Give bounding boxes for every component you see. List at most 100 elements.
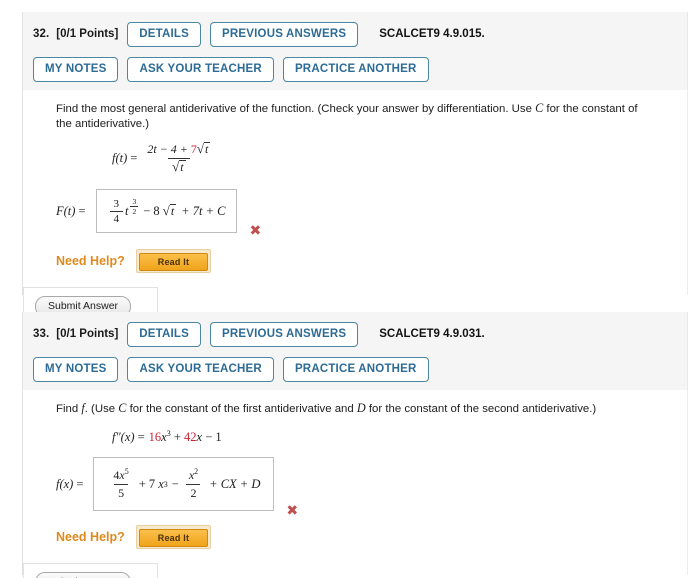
answer-term-1-fraction: 4x5 5 — [109, 467, 132, 501]
details-button[interactable]: DETAILS — [127, 21, 202, 47]
question-number: 33. — [33, 328, 50, 340]
answer-variable: t — [125, 203, 129, 218]
read-it-label: Read It — [138, 253, 209, 271]
question-block-33: 33. [0/1 Points] DETAILS PREVIOUS ANSWER… — [22, 312, 688, 578]
answer-row-33: f(x) = 4x5 5 + 7x3 − x2 2 + CX + D ✖ — [56, 457, 687, 519]
exercise-page: 32. [0/1 Points] DETAILS PREVIOUS ANSWER… — [0, 0, 700, 578]
exponent-numerator: 3 — [132, 197, 137, 206]
points-label: [0/1 Points] — [56, 328, 119, 340]
prompt-text-part-3: for the constant of the first antideriva… — [126, 403, 357, 415]
answer-lhs-label: F(t) — [56, 203, 76, 218]
question-header-row-2: MY NOTES ASK YOUR TEACHER PRACTICE ANOTH… — [33, 56, 687, 82]
question-prompt: Find f. (Use C for the constant of the f… — [56, 401, 639, 417]
answer-input-33[interactable]: 4x5 5 + 7x3 − x2 2 + CX + D — [93, 457, 275, 512]
need-help-label: Need Help? — [56, 530, 125, 545]
prompt-variable-d: D — [356, 401, 366, 415]
answer-coefficient-fraction: 3 4 — [109, 197, 123, 225]
answer-frac-numerator: 3 — [113, 197, 120, 210]
submit-panel-33: Submit Answer — [23, 563, 158, 578]
term-3-numerator: x2 — [185, 467, 202, 484]
question-header-33: 33. [0/1 Points] DETAILS PREVIOUS ANSWER… — [22, 312, 688, 390]
term-1-denominator: 5 — [114, 484, 129, 501]
read-it-label: Read It — [138, 529, 209, 548]
need-help-label: Need Help? — [56, 254, 125, 268]
answer-frac-denominator: 4 — [109, 210, 123, 225]
function-definition-33: f″(x) = 16x3 + 42x − 1 — [112, 429, 687, 445]
exponent-denominator: 2 — [130, 206, 139, 216]
question-body-33: Find f. (Use C for the constant of the f… — [22, 390, 688, 578]
exponent-5: 5 — [124, 467, 129, 477]
exponent-2: 2 — [194, 467, 199, 477]
exercise-reference: SCALCET9 4.9.031. — [379, 328, 485, 340]
answer-term-3: + 7t + C — [181, 203, 226, 218]
coefficient-42: 42 — [184, 430, 197, 445]
question-header-32: 32. [0/1 Points] DETAILS PREVIOUS ANSWER… — [22, 12, 688, 90]
prompt-text-part-1: Find — [56, 403, 82, 415]
question-number: 32. — [33, 28, 50, 40]
ask-your-teacher-button[interactable]: ASK YOUR TEACHER — [127, 56, 274, 82]
answer-input-32[interactable]: 3 4 t 3 2 − 8 √ t + 7t + C — [95, 189, 238, 233]
answer-lhs: F(t) = — [56, 204, 90, 219]
exercise-reference: SCALCET9 4.9.015. — [379, 28, 485, 40]
answer-exponent-fraction: 3 2 — [130, 197, 139, 216]
question-header-row-1: 33. [0/1 Points] DETAILS PREVIOUS ANSWER… — [33, 321, 687, 347]
function-lhs-label: f(t) — [112, 151, 128, 165]
incorrect-mark-icon: ✖ — [286, 503, 299, 520]
plus-sign: + — [170, 430, 184, 445]
equals-sign: = — [78, 203, 86, 218]
denominator-radicand: t — [179, 160, 186, 174]
submit-answer-button[interactable]: Submit Answer — [35, 572, 132, 578]
minus-sign: − — [171, 476, 179, 491]
term-3-denominator: 2 — [186, 484, 201, 501]
sqrt-symbol-icon: √ — [162, 203, 170, 218]
incorrect-mark-icon: ✖ — [249, 223, 262, 239]
function-lhs-label: f″(x) — [112, 429, 135, 444]
question-body-32: Find the most general antiderivative of … — [22, 90, 688, 327]
equals-sign: = — [137, 429, 145, 444]
need-help-row-32: Need Help? Read It — [56, 249, 687, 273]
read-it-button[interactable]: Read It — [135, 525, 212, 550]
fraction-numerator: 2t − 4 + 7 √ t — [143, 142, 214, 158]
prompt-text-part-1: Find the most general antiderivative of … — [56, 103, 536, 115]
answer-row-32: F(t) = 3 4 t 3 2 − 8 √ t + 7t + C ✖ — [56, 189, 687, 239]
previous-answers-button[interactable]: PREVIOUS ANSWERS — [210, 321, 359, 347]
function-definition-32: f(t) = 2t − 4 + 7 √ t √ t — [112, 142, 687, 175]
question-prompt: Find the most general antiderivative of … — [56, 101, 639, 132]
question-header-row-2: MY NOTES ASK YOUR TEACHER PRACTICE ANOTH… — [33, 356, 687, 382]
constant-term: − 1 — [202, 430, 222, 445]
numerator-lead: 2t − 4 + — [147, 142, 191, 156]
answer-term-3-fraction: x2 2 — [185, 467, 202, 501]
prompt-variable-c: C — [535, 101, 544, 115]
points-label: [0/1 Points] — [56, 28, 119, 40]
function-fraction: 2t − 4 + 7 √ t √ t — [143, 142, 214, 175]
practice-another-button[interactable]: PRACTICE ANOTHER — [282, 56, 429, 82]
function-expression: 16x3 + 42x − 1 — [149, 429, 222, 445]
need-help-row-33: Need Help? Read It — [56, 525, 687, 550]
practice-another-button[interactable]: PRACTICE ANOTHER — [282, 356, 429, 382]
prompt-text-part-2: . (Use — [84, 403, 119, 415]
equals-sign: = — [130, 151, 138, 165]
details-button[interactable]: DETAILS — [127, 321, 202, 347]
function-lhs: f(t) = — [112, 151, 141, 166]
answer-lhs: f(x) = — [56, 477, 87, 492]
answer-lhs-label: f(x) — [56, 476, 74, 491]
read-it-button[interactable]: Read It — [135, 249, 212, 273]
sqrt-symbol-icon: √ — [196, 141, 205, 156]
term-1-numerator: 4x5 — [109, 467, 132, 484]
answer-term-2: − 8 — [143, 203, 160, 218]
question-block-32: 32. [0/1 Points] DETAILS PREVIOUS ANSWER… — [22, 12, 688, 327]
fraction-denominator: √ t — [168, 158, 190, 175]
my-notes-button[interactable]: MY NOTES — [33, 56, 119, 82]
sqrt-symbol-icon: √ — [172, 159, 180, 174]
my-notes-button[interactable]: MY NOTES — [33, 356, 119, 382]
answer-term-2-lead: + 7 — [138, 476, 156, 491]
prompt-text-part-4: for the constant of the second antideriv… — [365, 403, 597, 415]
coefficient-16: 16 — [148, 430, 162, 445]
ask-your-teacher-button[interactable]: ASK YOUR TEACHER — [127, 356, 274, 382]
function-lhs: f″(x) = — [112, 430, 149, 445]
answer-constants-term: + CX + D — [209, 476, 261, 491]
question-header-row-1: 32. [0/1 Points] DETAILS PREVIOUS ANSWER… — [33, 21, 687, 47]
numerator-radicand: t — [204, 142, 211, 156]
equals-sign: = — [76, 476, 84, 491]
previous-answers-button[interactable]: PREVIOUS ANSWERS — [210, 21, 359, 47]
